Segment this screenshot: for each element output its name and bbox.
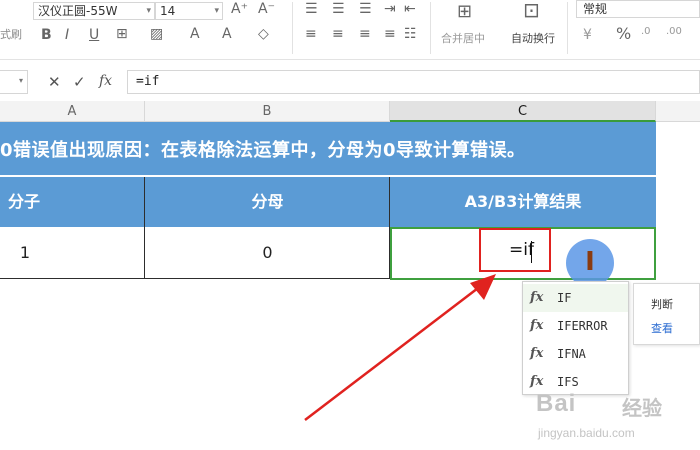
format-painter-label[interactable]: 式刷 (0, 26, 22, 42)
sheet-title: 0错误值出现原因：在表格除法运算中，分母为0导致计算错误。 (0, 140, 526, 161)
ribbon-toolbar: 式刷 汉仪正圆-55W ▾ 14 ▾ A⁺ A⁻ B I U ⊞ ▨ A A ◇… (0, 0, 700, 60)
number-format-select[interactable]: 常规 (576, 0, 700, 18)
column-header-d[interactable] (656, 101, 700, 122)
function-icon: fx (530, 318, 544, 333)
font-size-select[interactable]: 14 ▾ (155, 2, 223, 20)
align-left-icon[interactable]: ≡ (305, 26, 317, 42)
function-tooltip: 判断 查看 (633, 283, 700, 345)
title-cell[interactable]: 0错误值出现原因：在表格除法运算中，分母为0导致计算错误。 (0, 122, 656, 176)
align-top-icon[interactable]: ☰ (305, 1, 318, 17)
data-cell-numerator[interactable]: 1 (0, 227, 50, 279)
watermark-logo: Bai (536, 390, 577, 417)
formula-input[interactable]: =if (127, 70, 700, 94)
ribbon-divider (292, 2, 293, 54)
font-family-select[interactable]: 汉仪正圆-55W ▾ (33, 2, 155, 20)
cancel-icon[interactable]: ✕ (48, 73, 61, 91)
function-icon: fx (530, 290, 544, 305)
name-box[interactable]: ▾ (0, 70, 28, 94)
font-color-icon[interactable]: A (190, 26, 200, 42)
indent-icon[interactable]: ⇥ (384, 1, 396, 17)
watermark-url: jingyan.baidu.com (538, 426, 635, 440)
currency-icon[interactable]: ¥ (583, 27, 592, 43)
autocomplete-item-label: IF (557, 291, 572, 305)
confirm-icon[interactable]: ✓ (73, 73, 86, 91)
autocomplete-item-iferror[interactable]: fx IFERROR (523, 312, 628, 340)
chevron-down-icon: ▾ (214, 6, 219, 16)
watermark: Bai 经验 jingyan.baidu.com (536, 390, 696, 448)
justify-icon[interactable]: ≡ (384, 26, 396, 42)
clear-format-icon[interactable]: ◇ (258, 26, 269, 42)
column-header-b[interactable]: B (145, 101, 390, 122)
decrease-font-icon[interactable]: A⁻ (258, 1, 275, 17)
align-right-icon[interactable]: ≡ (359, 26, 371, 42)
number-format-value: 常规 (583, 2, 608, 16)
chevron-down-icon: ▾ (146, 6, 151, 16)
autocomplete-item-label: IFNA (557, 347, 586, 361)
font-family-value: 汉仪正圆-55W (38, 4, 118, 18)
ribbon-divider (430, 2, 431, 54)
watermark-brand-cn: 经验 (622, 396, 662, 420)
outdent-icon[interactable]: ⇤ (404, 1, 416, 17)
data-cell-denominator[interactable]: 0 (145, 227, 390, 279)
wrap-text-icon[interactable]: ⊡ (523, 0, 540, 20)
formula-bar: ▾ ✕ ✓ fx =if (0, 68, 700, 96)
align-center-icon[interactable]: ≡ (332, 26, 344, 42)
distribute-icon[interactable]: ☷ (404, 26, 417, 42)
font-color-dropdown-icon[interactable]: A (222, 26, 232, 42)
underline-icon[interactable]: U (89, 27, 99, 43)
column-header-c[interactable]: C (390, 101, 656, 122)
border-icon[interactable]: ⊞ (116, 26, 128, 42)
function-icon: fx (530, 346, 544, 361)
arrow-line (304, 284, 483, 421)
header-cell-denominator[interactable]: 分母 (145, 177, 390, 227)
decimal-icon[interactable]: .0 (641, 24, 651, 40)
italic-icon[interactable]: I (65, 27, 69, 43)
align-middle-icon[interactable]: ☰ (332, 1, 345, 17)
column-header-a[interactable]: A (0, 101, 145, 122)
font-size-value: 14 (160, 4, 176, 18)
chevron-down-icon: ▾ (18, 76, 23, 85)
decimal-icon[interactable]: .00 (666, 24, 682, 40)
percent-icon[interactable]: % (616, 26, 631, 42)
autocomplete-item-ifna[interactable]: fx IFNA (523, 340, 628, 368)
insert-function-icon[interactable]: fx (99, 73, 112, 89)
bold-icon[interactable]: B (41, 27, 52, 43)
ribbon-divider (567, 2, 568, 54)
tooltip-link[interactable]: 查看 (651, 320, 673, 336)
tooltip-description: 判断 (651, 298, 673, 311)
merge-cells-icon[interactable]: ⊞ (457, 3, 472, 21)
wrap-text-button[interactable]: 自动换行 (511, 30, 555, 46)
align-bottom-icon[interactable]: ☰ (359, 1, 372, 17)
ibeam-cursor-icon: I (585, 247, 595, 277)
header-cell-result[interactable]: A3/B3计算结果 (390, 177, 656, 227)
autocomplete-item-if[interactable]: fx IF (523, 284, 628, 312)
increase-font-icon[interactable]: A⁺ (231, 1, 248, 17)
merge-center-button[interactable]: 合并居中 (441, 30, 485, 46)
text-caret (531, 241, 532, 263)
autocomplete-item-label: IFERROR (557, 319, 608, 333)
function-autocomplete-list: fx IF fx IFERROR fx IFNA fx IFS (522, 281, 629, 395)
fill-color-icon[interactable]: ▨ (150, 26, 163, 42)
header-cell-numerator[interactable]: 分子 (0, 177, 145, 227)
